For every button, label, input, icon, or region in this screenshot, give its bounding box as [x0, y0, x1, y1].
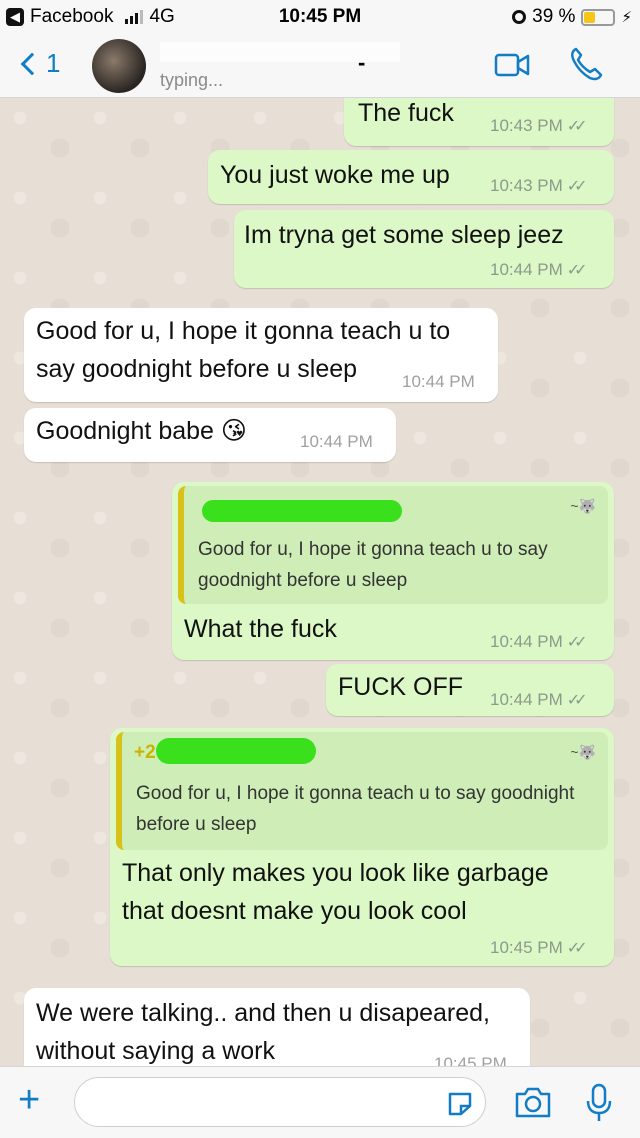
read-receipt-icon: ✓✓	[566, 692, 588, 709]
contact-name-suffix: -	[358, 50, 366, 75]
message-text-line: without saying a work	[36, 1037, 276, 1065]
message-text-line: Good for u, I hope it gonna teach u to	[36, 317, 451, 345]
chat-area[interactable]: The fuck 10:43 PM ✓✓ You just woke me up …	[0, 98, 640, 1066]
message-input[interactable]	[74, 1077, 486, 1127]
read-receipt-icon: ✓✓	[566, 262, 588, 279]
quoted-message[interactable]: +2 ... 39332 ~🐺 Good for u, I hope it go…	[116, 732, 608, 850]
message-bubble-outgoing[interactable]: FUCK OFF 10:44 PM ✓✓	[326, 664, 614, 716]
message-bubble-outgoing[interactable]: Im tryna get some sleep jeez 10:44 PM ✓✓	[234, 210, 614, 288]
message-bubble-incoming[interactable]: Goodnight babe 😘 10:44 PM	[24, 408, 396, 462]
message-bubble-outgoing-reply[interactable]: ~🐺 Good for u, I hope it gonna teach u t…	[172, 482, 614, 660]
message-text: Goodnight babe 😘	[36, 417, 247, 445]
camera-icon[interactable]	[514, 1085, 552, 1119]
read-receipt-icon: ✓✓	[566, 634, 588, 651]
message-text-line: say goodnight before u sleep	[36, 355, 358, 383]
alarm-icon	[512, 10, 527, 24]
contact-status: typing...	[160, 70, 224, 90]
status-right: 39 % ⚡	[512, 6, 632, 28]
read-receipt-icon: ✓✓	[566, 178, 588, 195]
chevron-left-icon	[20, 52, 44, 75]
plus-icon[interactable]: +	[18, 1081, 40, 1119]
message-text: You just woke me up	[220, 161, 450, 189]
sticker-icon[interactable]	[446, 1091, 474, 1117]
battery-percent: 39 %	[532, 6, 576, 27]
message-text-line: that doesnt make you look cool	[122, 897, 467, 925]
read-receipt-icon: ✓✓	[566, 940, 588, 957]
message-text: The fuck	[358, 99, 454, 127]
message-bubble-outgoing-reply[interactable]: +2 ... 39332 ~🐺 Good for u, I hope it go…	[110, 728, 614, 966]
video-call-icon[interactable]	[494, 52, 530, 78]
message-bubble-outgoing[interactable]: The fuck 10:43 PM ✓✓	[344, 98, 614, 146]
read-receipt-icon: ✓✓	[566, 118, 588, 135]
message-time: 10:45 PM	[434, 1054, 507, 1066]
unread-count: 1	[46, 48, 61, 78]
message-text: FUCK OFF	[338, 673, 463, 701]
battery-icon	[581, 8, 616, 26]
status-bar: ◀ Facebook 4G 10:45 PM 39 % ⚡	[0, 0, 640, 32]
message-time: 10:44 PM	[402, 372, 475, 391]
message-time: 10:45 PM ✓✓	[490, 938, 588, 957]
message-text: Im tryna get some sleep jeez	[244, 221, 564, 249]
message-text: What the fuck	[184, 615, 337, 643]
message-text-line: We were talking.. and then u disapeared,	[36, 999, 490, 1027]
back-button[interactable]: 1	[18, 48, 60, 79]
wolf-avatar-icon: ~🐺	[570, 498, 596, 514]
wolf-avatar-icon: ~🐺	[570, 744, 596, 760]
message-bubble-outgoing[interactable]: You just woke me up 10:43 PM ✓✓	[208, 150, 614, 204]
microphone-icon[interactable]	[586, 1083, 612, 1123]
message-time: 10:43 PM ✓✓	[490, 116, 588, 135]
quoted-sender-redacted	[202, 500, 402, 522]
message-text-line: That only makes you look like garbage	[122, 859, 549, 887]
message-bubble-incoming[interactable]: Good for u, I hope it gonna teach u to s…	[24, 308, 498, 402]
voice-call-icon[interactable]	[568, 46, 604, 82]
contact-avatar[interactable]	[92, 39, 146, 93]
message-time: 10:44 PM ✓✓	[490, 260, 588, 279]
quoted-sender-redacted	[156, 738, 316, 764]
quoted-text: Good for u, I hope it gonna teach u to s…	[136, 783, 575, 835]
quoted-message[interactable]: ~🐺 Good for u, I hope it gonna teach u t…	[178, 486, 608, 604]
message-time: 10:44 PM ✓✓	[490, 632, 588, 651]
message-bubble-incoming[interactable]: We were talking.. and then u disapeared,…	[24, 988, 530, 1066]
message-time: 10:44 PM ✓✓	[490, 690, 588, 709]
message-time: 10:44 PM	[300, 432, 373, 451]
charging-icon: ⚡	[621, 9, 632, 26]
message-input-bar: +	[0, 1066, 640, 1138]
chat-header: 1 - typing...	[0, 32, 640, 98]
quoted-text: Good for u, I hope it gonna teach u to s…	[198, 539, 548, 591]
message-time: 10:43 PM ✓✓	[490, 176, 588, 195]
